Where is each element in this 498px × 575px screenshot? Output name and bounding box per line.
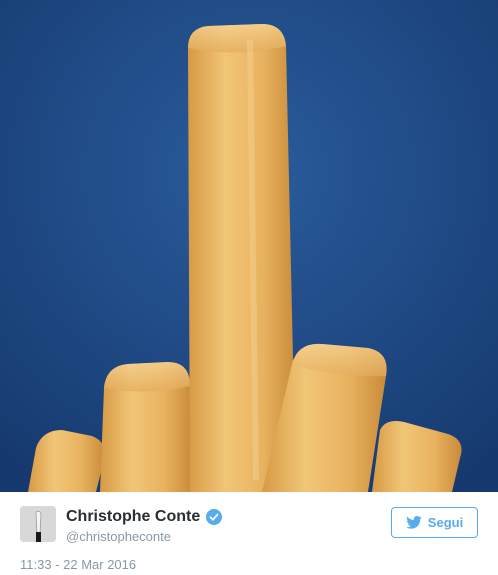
french-fries-photo — [0, 0, 498, 492]
follow-button[interactable]: Segui — [391, 507, 478, 538]
tweet-photo[interactable] — [0, 0, 498, 492]
tweet-timestamp[interactable]: 11:33 - 22 Mar 2016 — [20, 557, 136, 572]
fry-left — [100, 362, 192, 492]
avatar[interactable] — [20, 506, 56, 542]
verified-badge-icon — [206, 509, 223, 525]
follow-button-label: Segui — [427, 515, 464, 530]
author-handle[interactable]: @christopheconte — [66, 529, 171, 544]
avatar-image — [20, 506, 56, 542]
author-name-row[interactable]: Christophe Conte — [66, 508, 223, 526]
tweet-card: Christophe Conte @christopheconte Segui … — [0, 492, 498, 575]
author-name[interactable]: Christophe Conte — [66, 508, 200, 526]
twitter-bird-icon — [405, 516, 422, 529]
